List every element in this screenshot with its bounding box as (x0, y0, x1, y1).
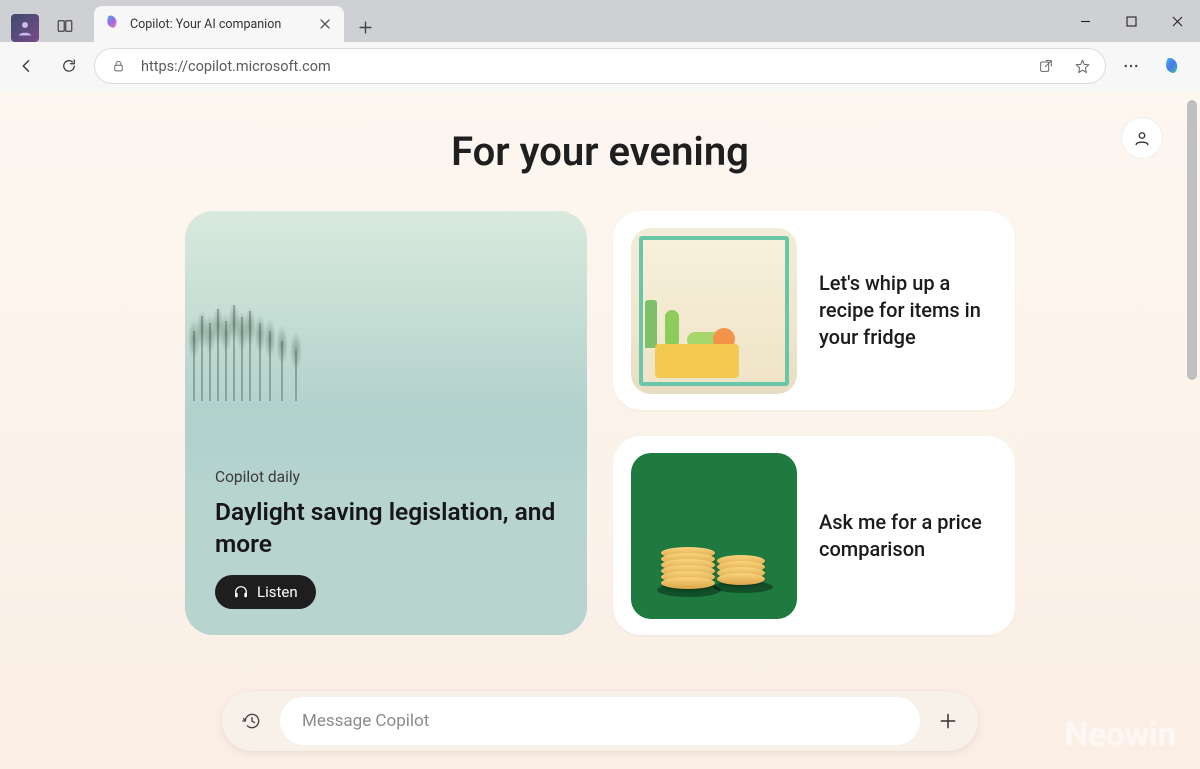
copilot-icon (1162, 55, 1184, 77)
scrollbar-thumb[interactable] (1187, 100, 1197, 380)
ellipsis-icon (1122, 57, 1140, 75)
close-window-button[interactable] (1154, 0, 1200, 42)
close-icon (320, 19, 330, 29)
history-icon (242, 711, 262, 731)
tab-close-button[interactable] (316, 15, 334, 33)
window-controls (1062, 0, 1200, 42)
minimize-button[interactable] (1062, 0, 1108, 42)
card-text: Let's whip up a recipe for items in your… (819, 270, 991, 351)
workspaces-icon (56, 17, 74, 39)
refresh-icon (60, 57, 78, 75)
recipe-suggestion-card[interactable]: Let's whip up a recipe for items in your… (613, 211, 1015, 410)
site-info-button[interactable] (105, 53, 131, 79)
listen-label: Listen (257, 583, 298, 601)
main-card-body: Copilot daily Daylight saving legislatio… (185, 442, 587, 635)
history-button[interactable] (228, 697, 276, 745)
plus-icon (938, 711, 958, 731)
page-title: For your evening (0, 128, 1200, 175)
card-text: Ask me for a price comparison (819, 509, 991, 563)
external-link-icon (1038, 58, 1054, 74)
card-headline: Daylight saving legislation, and more (215, 496, 557, 559)
page-viewport: For your evening Copilot daily Daylight … (0, 90, 1200, 769)
minimize-icon (1080, 16, 1091, 27)
copilot-daily-card[interactable]: Copilot daily Daylight saving legislatio… (185, 211, 587, 635)
scrollbar[interactable] (1185, 94, 1199, 765)
compose-input-wrapper[interactable] (280, 697, 920, 745)
tab-title: Copilot: Your AI companion (130, 17, 308, 32)
back-icon (18, 57, 36, 75)
compose-bar (222, 691, 978, 751)
add-button[interactable] (924, 697, 972, 745)
refresh-button[interactable] (52, 49, 86, 83)
pinned-tab-avatar[interactable] (8, 14, 42, 42)
compose-input[interactable] (302, 711, 898, 731)
pinned-tabs (0, 8, 90, 42)
headphones-icon (233, 584, 249, 600)
price-comparison-card[interactable]: Ask me for a price comparison (613, 436, 1015, 635)
lock-icon (111, 59, 126, 74)
sidebar-copilot-button[interactable] (1156, 49, 1190, 83)
coins-illustration (631, 453, 797, 619)
plus-icon (359, 21, 372, 34)
more-menu-button[interactable] (1114, 49, 1148, 83)
maximize-button[interactable] (1108, 0, 1154, 42)
star-icon (1074, 58, 1091, 75)
active-tab[interactable]: Copilot: Your AI companion (94, 6, 344, 42)
avatar-icon (11, 14, 39, 42)
card-eyebrow: Copilot daily (215, 468, 557, 486)
side-cards: Let's whip up a recipe for items in your… (613, 211, 1015, 635)
close-icon (1172, 16, 1183, 27)
maximize-icon (1126, 16, 1137, 27)
forest-illustration (185, 281, 345, 401)
profile-button[interactable] (1122, 118, 1162, 158)
url-input[interactable] (141, 58, 1023, 75)
copilot-icon (104, 13, 122, 35)
pinned-tab-workspaces[interactable] (48, 14, 82, 42)
favorite-button[interactable] (1069, 53, 1095, 79)
listen-button[interactable]: Listen (215, 575, 316, 609)
new-tab-button[interactable] (350, 12, 380, 42)
open-in-app-button[interactable] (1033, 53, 1059, 79)
address-bar[interactable] (94, 48, 1106, 84)
cards-container: Copilot daily Daylight saving legislatio… (0, 211, 1200, 635)
fridge-illustration (631, 228, 797, 394)
browser-title-bar: Copilot: Your AI companion (0, 0, 1200, 42)
browser-toolbar (0, 42, 1200, 90)
back-button[interactable] (10, 49, 44, 83)
watermark: Neowin (1064, 715, 1176, 755)
person-icon (1132, 128, 1152, 148)
